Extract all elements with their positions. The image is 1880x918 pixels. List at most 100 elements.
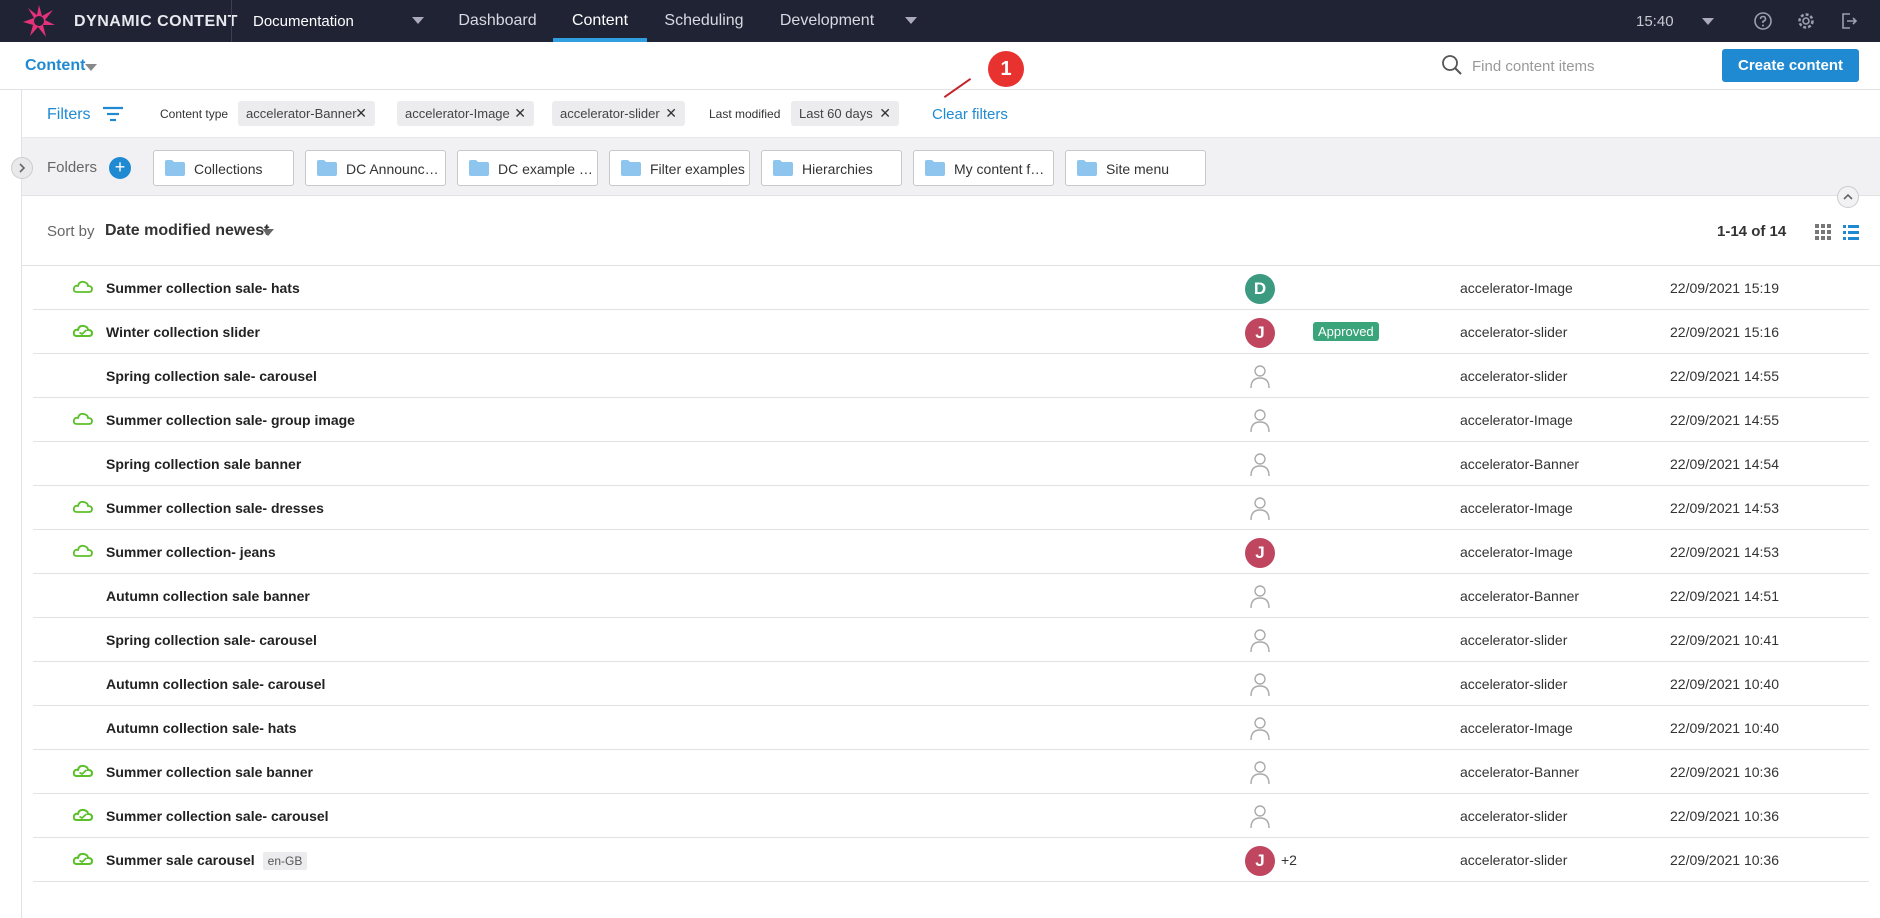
development-chevron-down-icon[interactable]: [905, 17, 917, 24]
avatar[interactable]: J: [1245, 846, 1275, 876]
content-item-name[interactable]: Summer collection sale- carousel: [106, 808, 329, 824]
unassigned-user-icon[interactable]: [1245, 582, 1275, 612]
remove-filter-close-icon[interactable]: ✕: [355, 101, 367, 126]
table-row[interactable]: Spring collection sale- carousel accelera…: [33, 618, 1869, 662]
remove-filter-close-icon[interactable]: ✕: [514, 101, 526, 126]
table-row[interactable]: Winter collection slider J Approved acceler…: [33, 310, 1869, 354]
cloud-published-filled-icon: [73, 764, 93, 777]
remove-filter-close-icon[interactable]: ✕: [879, 101, 891, 126]
search-input[interactable]: [1472, 54, 1672, 78]
table-row[interactable]: Summer collection sale banner accelerator…: [33, 750, 1869, 794]
table-row[interactable]: Summer collection sale- carousel accelera…: [33, 794, 1869, 838]
unassigned-user-icon[interactable]: [1245, 802, 1275, 832]
table-row[interactable]: Spring collection sale banner accelerator…: [33, 442, 1869, 486]
filter-chip-content-type[interactable]: accelerator-Banner ✕: [238, 101, 375, 126]
sort-bar: Sort by Date modified newest 1-14 of 14: [22, 196, 1880, 266]
cloud-published-icon: [73, 280, 93, 293]
content-item-name[interactable]: Spring collection sale- carousel: [106, 368, 317, 384]
avatar[interactable]: J: [1245, 538, 1275, 568]
settings-gear-icon[interactable]: [1796, 11, 1816, 31]
list-view-icon[interactable]: [1842, 223, 1860, 241]
table-row[interactable]: Summer sale carousel en-GB J +2 accelerator-…: [33, 838, 1869, 882]
unassigned-user-icon[interactable]: [1245, 450, 1275, 480]
folder-collections[interactable]: Collections: [153, 150, 294, 186]
grid-view-icon[interactable]: [1814, 223, 1832, 241]
filters-label[interactable]: Filters: [47, 106, 91, 124]
status-badge: Approved: [1313, 322, 1379, 341]
unassigned-user-icon[interactable]: [1245, 758, 1275, 788]
logout-icon[interactable]: [1839, 11, 1859, 31]
filter-chip-label: accelerator-slider: [560, 106, 660, 121]
content-item-name[interactable]: Summer sale carousel en-GB: [106, 852, 308, 870]
unassigned-user-icon[interactable]: [1245, 494, 1275, 524]
date-modified: 22/09/2021 10:40: [1670, 720, 1779, 736]
filter-chip-content-type[interactable]: accelerator-slider ✕: [552, 101, 685, 126]
content-menu[interactable]: Content: [25, 57, 85, 75]
table-row[interactable]: Summer collection- jeans Jaccelerator-Ima…: [33, 530, 1869, 574]
unassigned-user-icon[interactable]: [1245, 714, 1275, 744]
content-item-name[interactable]: Summer collection sale- group image: [106, 412, 355, 428]
avatar[interactable]: D: [1245, 274, 1275, 304]
folder-my-content[interactable]: My content folder: [913, 150, 1054, 186]
content-item-name[interactable]: Spring collection sale banner: [106, 456, 301, 472]
content-item-name[interactable]: Summer collection sale- hats: [106, 280, 300, 296]
table-row[interactable]: Autumn collection sale- hats accelerator-…: [33, 706, 1869, 750]
folder-dc-example-content[interactable]: DC example content: [457, 150, 598, 186]
folder-label: Filter examples: [650, 161, 745, 177]
date-modified: 22/09/2021 15:16: [1670, 324, 1779, 340]
tab-scheduling[interactable]: Scheduling: [652, 0, 756, 42]
more-assignees-count[interactable]: +2: [1281, 852, 1297, 868]
content-item-name[interactable]: Spring collection sale- carousel: [106, 632, 317, 648]
help-icon[interactable]: [1753, 11, 1773, 31]
content-item-name[interactable]: Winter collection slider: [106, 324, 260, 340]
tab-content[interactable]: Content: [553, 0, 647, 42]
add-folder-button[interactable]: +: [109, 157, 131, 179]
expand-panel-chevron-right-icon[interactable]: [11, 157, 33, 179]
table-row[interactable]: Summer collection sale- hats Daccelerator…: [33, 266, 1869, 310]
folder-icon: [1077, 160, 1097, 176]
remove-filter-close-icon[interactable]: ✕: [665, 101, 677, 126]
folder-icon: [773, 160, 793, 176]
filter-chip-last-modified[interactable]: Last 60 days ✕: [791, 101, 899, 126]
folder-filter-examples[interactable]: Filter examples: [609, 150, 750, 186]
content-item-name[interactable]: Autumn collection sale- hats: [106, 720, 297, 736]
filter-icon[interactable]: [102, 105, 124, 123]
content-item-name[interactable]: Autumn collection sale- carousel: [106, 676, 325, 692]
collapse-folders-chevron-up-icon[interactable]: [1837, 186, 1859, 208]
unassigned-user-icon[interactable]: [1245, 626, 1275, 656]
folder-icon: [925, 160, 945, 176]
table-row[interactable]: Autumn collection sale- carousel accelera…: [33, 662, 1869, 706]
tab-development[interactable]: Development: [768, 0, 886, 42]
sort-chevron-down-icon[interactable]: [262, 229, 274, 236]
table-row[interactable]: Spring collection sale- carousel accelera…: [33, 354, 1869, 398]
table-row[interactable]: Autumn collection sale banner accelerator…: [33, 574, 1869, 618]
avatar[interactable]: J: [1245, 318, 1275, 348]
table-row[interactable]: Summer collection sale- dresses accelerat…: [33, 486, 1869, 530]
unassigned-user-icon[interactable]: [1245, 362, 1275, 392]
unassigned-user-icon[interactable]: [1245, 670, 1275, 700]
content-item-name[interactable]: Summer collection- jeans: [106, 544, 276, 560]
create-content-button[interactable]: Create content: [1722, 49, 1859, 82]
folder-hierarchies[interactable]: Hierarchies: [761, 150, 902, 186]
date-modified: 22/09/2021 10:40: [1670, 676, 1779, 692]
clear-filters-link[interactable]: Clear filters: [932, 106, 1008, 123]
filter-chip-content-type[interactable]: accelerator-Image ✕: [397, 101, 534, 126]
content-chevron-down-icon[interactable]: [85, 64, 97, 71]
content-type: accelerator-Image: [1460, 720, 1573, 736]
hub-chevron-down-icon[interactable]: [412, 17, 424, 24]
unassigned-user-icon[interactable]: [1245, 406, 1275, 436]
content-item-name[interactable]: Autumn collection sale banner: [106, 588, 310, 604]
table-row[interactable]: Summer collection sale- group image accel…: [33, 398, 1869, 442]
sort-select[interactable]: Date modified newest: [105, 222, 269, 240]
tab-dashboard[interactable]: Dashboard: [445, 0, 550, 42]
content-type: accelerator-slider: [1460, 324, 1568, 340]
content-type: accelerator-slider: [1460, 676, 1568, 692]
hub-selector[interactable]: Documentation: [253, 13, 354, 30]
dynamic-content-logo-icon[interactable]: [22, 4, 56, 38]
search-icon: [1442, 55, 1462, 75]
time-chevron-down-icon[interactable]: [1702, 18, 1714, 25]
folder-dc-announcements[interactable]: DC Announcements: [305, 150, 446, 186]
content-item-name[interactable]: Summer collection sale- dresses: [106, 500, 324, 516]
folder-site-menu[interactable]: Site menu: [1065, 150, 1206, 186]
content-item-name[interactable]: Summer collection sale banner: [106, 764, 313, 780]
